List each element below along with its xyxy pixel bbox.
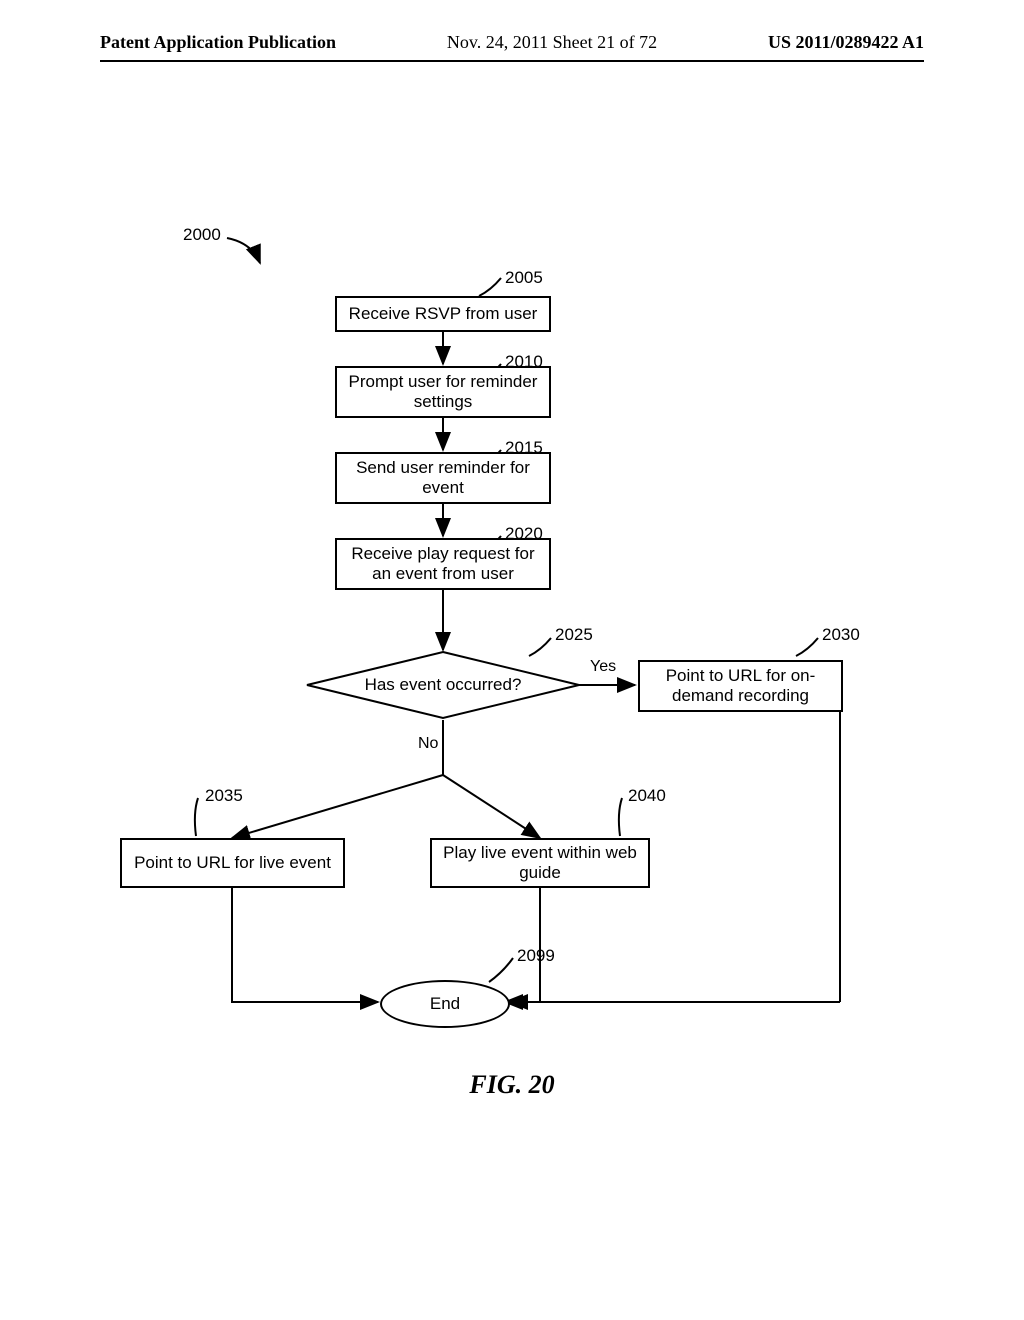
ref-2040: 2040 [628,786,666,806]
node-2010-text: Prompt user for reminder settings [345,372,541,413]
figure-caption: FIG. 20 [0,1070,1024,1100]
ref-2035: 2035 [205,786,243,806]
ref-2010: 2010 [505,352,543,372]
ref-2005: 2005 [505,268,543,288]
node-2005-text: Receive RSVP from user [349,304,538,324]
node-2030: Point to URL for on-demand recording [638,660,843,712]
node-2020: Receive play request for an event from u… [335,538,551,590]
node-2035-text: Point to URL for live event [134,853,331,873]
node-2099-text: End [430,994,460,1014]
node-2099: End [380,980,510,1028]
edge-no-label: No [418,735,438,753]
node-2030-text: Point to URL for on-demand recording [648,666,833,707]
ref-2020: 2020 [505,524,543,544]
node-2015: Send user reminder for event [335,452,551,504]
ref-2030: 2030 [822,625,860,645]
edge-yes-label: Yes [590,658,616,676]
decision-2025-text: Has event occurred? [365,675,522,695]
node-2035: Point to URL for live event [120,838,345,888]
node-2010: Prompt user for reminder settings [335,366,551,418]
node-2020-text: Receive play request for an event from u… [345,544,541,585]
ref-2025: 2025 [555,625,593,645]
node-2040: Play live event within web guide [430,838,650,888]
decision-2025-text-wrap: Has event occurred? [305,650,581,720]
ref-root: 2000 [183,225,221,245]
node-2015-text: Send user reminder for event [345,458,541,499]
ref-2099: 2099 [517,946,555,966]
ref-2015: 2015 [505,438,543,458]
flow-diagram: 2000 Receive RSVP from user 2005 Prompt … [0,0,1024,1320]
node-2005: Receive RSVP from user [335,296,551,332]
node-2040-text: Play live event within web guide [440,843,640,884]
